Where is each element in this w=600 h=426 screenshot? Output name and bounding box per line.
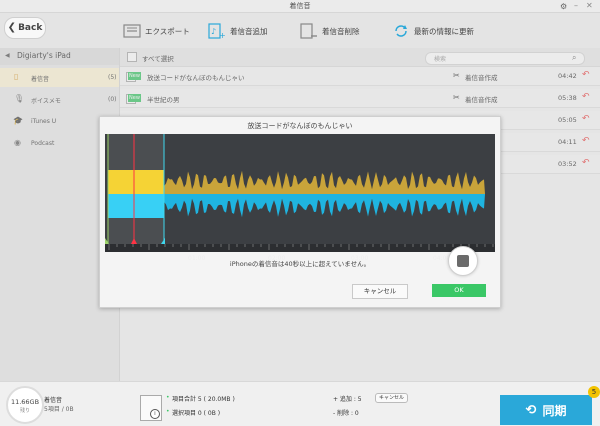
- selection-highlight-blue: [108, 194, 164, 218]
- waveform-editor[interactable]: 01:00 02:00 03:00 04:00: [105, 134, 495, 262]
- cancel-button[interactable]: キャンセル: [352, 284, 408, 299]
- document-info-icon: i: [140, 395, 162, 421]
- dialog-title: 放送コードがなんぼのもんじゃい: [247, 122, 353, 130]
- add-ringtone-label: 着信音追加: [230, 26, 268, 36]
- delete-ringtone-button[interactable]: 着信音削除: [300, 20, 360, 42]
- ringtone-editor-dialog: 放送コードがなんぼのもんじゃい 01:00 02:00 03:00 04:00 …: [99, 116, 501, 308]
- delete-count: - 削除 : 0: [333, 410, 359, 417]
- selection-highlight-gold: [108, 170, 164, 194]
- add-ringtone-icon: ♪ +: [208, 23, 226, 39]
- settings-gear-icon[interactable]: ⚙: [560, 2, 567, 11]
- stop-icon: [457, 255, 469, 267]
- export-icon: [123, 24, 141, 38]
- stop-button[interactable]: [448, 246, 478, 276]
- storage-used: 11.66GB: [10, 398, 40, 406]
- refresh-icon: [395, 25, 407, 37]
- back-arrow-icon: ❮: [7, 22, 17, 33]
- bullet-icon: •: [166, 408, 170, 415]
- sync-label: 同期: [542, 403, 567, 418]
- waveform-gold: [108, 170, 485, 194]
- footer-category-detail: 5項目 / 0B: [44, 406, 74, 413]
- add-count: + 追加 : 5: [333, 396, 362, 403]
- sync-button[interactable]: ⟲ 同期: [500, 395, 592, 425]
- export-button[interactable]: エクスポート: [123, 20, 190, 42]
- delete-ringtone-icon: [300, 23, 317, 39]
- minimize-icon[interactable]: –: [574, 1, 578, 10]
- refresh-label: 最新の情報に更新: [414, 26, 474, 36]
- svg-text:♪: ♪: [211, 27, 216, 36]
- footer-cancel-button[interactable]: キャンセル: [375, 393, 409, 403]
- window-title: 着信音: [289, 2, 311, 10]
- storage-sub: 残り: [19, 408, 30, 414]
- storage-ring: 11.66GB 残り: [6, 386, 44, 424]
- waveform-svg: [105, 134, 495, 252]
- sync-count-badge: 5: [588, 386, 600, 398]
- sync-icon: ⟲: [525, 402, 537, 418]
- svg-text:+: +: [219, 31, 226, 39]
- back-button[interactable]: ❮ Back: [4, 17, 46, 39]
- selected-items: 選択項目 0 ( 0B ): [172, 410, 221, 417]
- delete-ringtone-label: 着信音削除: [322, 26, 360, 36]
- ok-button[interactable]: OK: [432, 284, 486, 297]
- total-items: 項目合計 5 ( 20.0MB ): [172, 396, 235, 403]
- dialog-message: iPhoneの着信音は40秒以上に超えていません。: [229, 260, 371, 268]
- export-label: エクスポート: [145, 26, 190, 36]
- refresh-button[interactable]: 最新の情報に更新: [392, 20, 474, 42]
- bullet-icon: •: [166, 394, 170, 401]
- waveform-blue: [108, 194, 485, 218]
- back-label: Back: [18, 23, 43, 33]
- timeline-strip: [105, 244, 495, 252]
- close-icon[interactable]: ✕: [586, 1, 593, 10]
- add-ringtone-button[interactable]: ♪ + 着信音追加: [208, 20, 268, 42]
- footer-category: 着信音: [44, 397, 63, 404]
